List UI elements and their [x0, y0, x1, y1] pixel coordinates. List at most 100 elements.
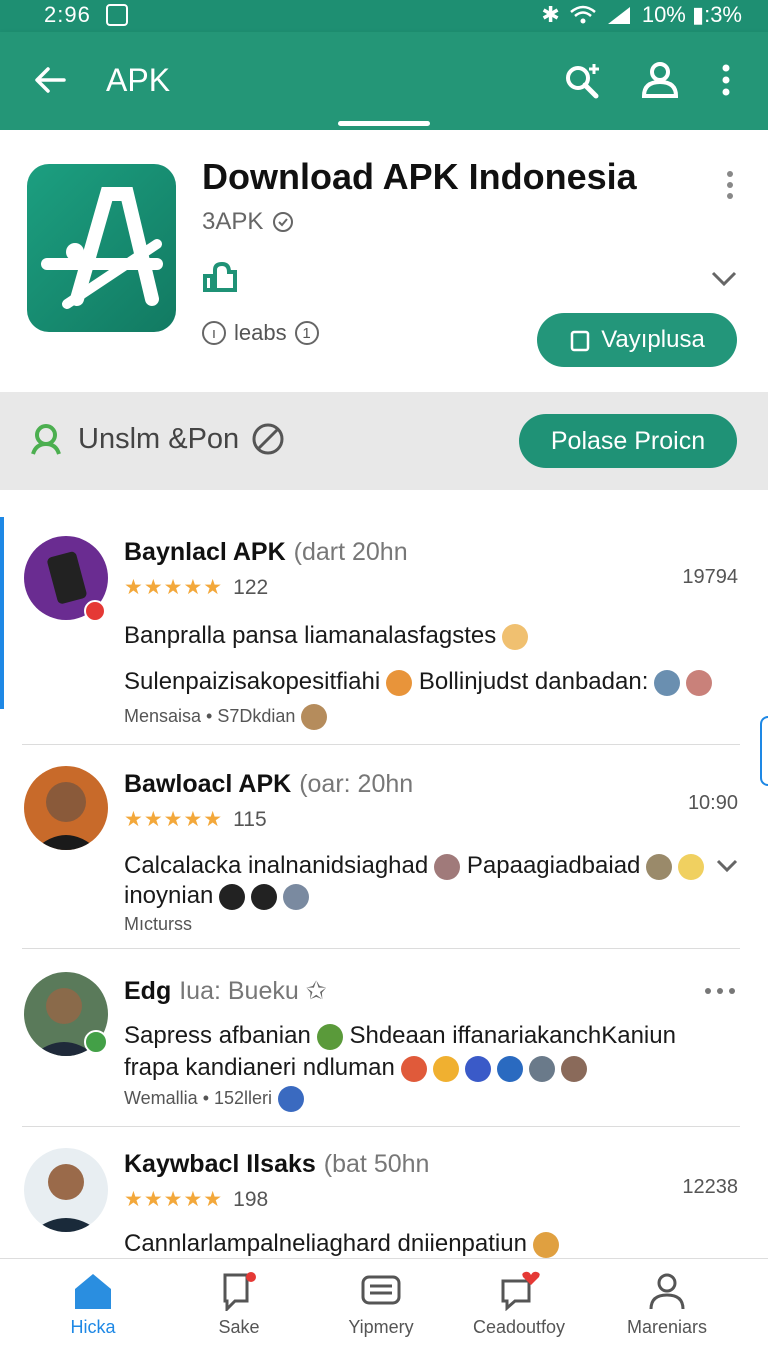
install-button-label: Vayıplusa — [601, 326, 705, 353]
block-icon — [252, 423, 284, 455]
nav-item-activity[interactable]: Ceadoutfoy — [444, 1271, 594, 1338]
chevron-down-icon[interactable] — [716, 858, 738, 874]
info-icon: ı — [202, 321, 226, 345]
online-badge-icon — [84, 1030, 108, 1054]
install-button[interactable]: Vayıplusa — [537, 313, 737, 367]
developer-row: 3APK — [202, 208, 295, 236]
message-icon — [361, 1275, 401, 1305]
emoji-icon — [434, 853, 461, 880]
status-bar: 2:96 ✱ 10% ▮:3% — [0, 0, 768, 32]
more-horiz-icon[interactable] — [704, 986, 736, 996]
battery-text: 10% ▮:3% — [641, 2, 742, 27]
nav-item-home[interactable]: Hicka — [18, 1271, 168, 1338]
bottom-nav: Hicka Sake Yipmery Ceadoutfoy Mareniars — [0, 1258, 768, 1345]
verified-icon — [273, 212, 294, 232]
avatar — [24, 1148, 108, 1232]
emoji-icon — [219, 883, 246, 910]
reviewer-name: Edg Iua: Bueku ✩ — [124, 977, 327, 1005]
star-outline-icon: ✩ — [305, 977, 327, 1005]
tab-indicator — [338, 121, 430, 126]
review-time: 10:90 — [687, 792, 738, 814]
review-footer: Mensaisa • S7Dkdian — [124, 704, 328, 730]
home-icon — [75, 1274, 111, 1309]
emoji-icon — [560, 1055, 587, 1082]
account-icon[interactable] — [638, 58, 682, 102]
emoji-icon — [496, 1055, 523, 1082]
review-text: Calcalacka inalnanidsiaghad Papaagiadbai… — [124, 852, 705, 880]
star-rating: ★★★★★ 115 — [124, 808, 267, 831]
notification-icon — [106, 4, 128, 26]
review-text: Banpralla pansa liamanalasfagstes — [124, 622, 529, 650]
app-title: Download APK Indonesia — [202, 156, 637, 197]
emoji-icon — [532, 1231, 559, 1258]
divider — [22, 744, 740, 745]
profile-icon — [649, 1273, 685, 1310]
scroll-handle[interactable] — [760, 716, 768, 786]
heart-badge-icon — [84, 600, 106, 622]
nav-item-profile[interactable]: Mareniars — [592, 1271, 742, 1338]
wifi-icon — [570, 5, 596, 24]
emoji-icon — [283, 883, 310, 910]
signal-icon — [607, 7, 630, 24]
emoji-icon — [502, 623, 529, 650]
status-time: 2:96 — [44, 2, 91, 27]
filter-bar: Unslm &Pon Polase Proicn — [0, 392, 768, 490]
emoji-icon — [654, 669, 681, 696]
emoji-icon — [432, 1055, 459, 1082]
back-arrow-icon[interactable] — [30, 60, 70, 100]
search-icon — [31, 424, 61, 455]
review-footer: Mıcturss — [124, 914, 193, 934]
meta-label: leabs — [234, 320, 287, 345]
emoji-icon — [301, 704, 328, 730]
share-icon[interactable] — [202, 260, 238, 292]
reviewer-name: Kaywbacl Ilsaks (bat 50hn — [124, 1150, 430, 1178]
review-text: Cannlarlampalneliaghard dniienpatiun — [124, 1230, 559, 1258]
review-text: inoynian — [124, 882, 310, 910]
status-right: ✱ 10% ▮:3% — [541, 2, 742, 28]
heart-chat-icon — [501, 1271, 540, 1311]
emoji-icon — [278, 1086, 305, 1112]
avatar — [24, 766, 108, 850]
header-more-icon[interactable] — [726, 170, 734, 200]
emoji-icon — [386, 669, 413, 696]
chevron-down-icon[interactable] — [710, 268, 738, 288]
reviewer-name: Baynlacl APK (dart 20hn — [124, 538, 408, 566]
filter-label-row[interactable]: Unslm &Pon — [28, 422, 285, 456]
meta-row: ı leabs 1 — [202, 320, 319, 346]
reviewer-name: Bawloacl APK (oar: 20hn — [124, 770, 414, 798]
meta-count: 1 — [294, 321, 319, 345]
app-header: Download APK Indonesia 3APK ı leabs 1 Va… — [0, 130, 768, 392]
star-rating: ★★★★★ 122 — [124, 576, 269, 599]
review-time: 19794 — [682, 566, 738, 588]
filter-action-button[interactable]: Polase Proicn — [519, 414, 737, 468]
review-text: Sulenpaizisakopesitfiahi Bollinjudst dan… — [124, 668, 713, 696]
nav-item-messages[interactable]: Yipmery — [306, 1271, 456, 1338]
nav-item-save[interactable]: Sake — [164, 1271, 314, 1338]
app-bar-title: APK — [106, 62, 171, 98]
bluetooth-icon: ✱ — [541, 2, 560, 27]
emoji-icon — [464, 1055, 491, 1082]
developer-name[interactable]: 3APK — [202, 208, 263, 236]
review-time: 12238 — [682, 1176, 738, 1198]
divider — [22, 948, 740, 949]
more-vert-icon[interactable] — [704, 58, 748, 102]
emoji-icon — [316, 1023, 343, 1050]
app-logo-icon — [41, 187, 163, 309]
emoji-icon — [400, 1055, 427, 1082]
review-footer: Wemallia • 152lleri — [124, 1086, 305, 1112]
emoji-icon — [251, 883, 278, 910]
search-plus-icon[interactable] — [560, 58, 604, 102]
phone-icon — [570, 330, 590, 352]
filter-label: Unslm &Pon — [78, 422, 240, 455]
bookmark-icon — [223, 1272, 256, 1311]
app-bar: APK — [0, 32, 768, 130]
app-logo — [27, 164, 176, 332]
selection-indicator — [0, 517, 4, 709]
emoji-icon — [646, 853, 673, 880]
emoji-icon — [686, 669, 713, 696]
review-text: Sapress afbanian Shdeaan iffanariakanchK… — [124, 1022, 676, 1050]
review-text: frapa kandianeri ndluman — [124, 1054, 587, 1082]
divider — [22, 1126, 740, 1127]
emoji-icon — [678, 853, 705, 880]
star-rating: ★★★★★ 198 — [124, 1188, 269, 1211]
